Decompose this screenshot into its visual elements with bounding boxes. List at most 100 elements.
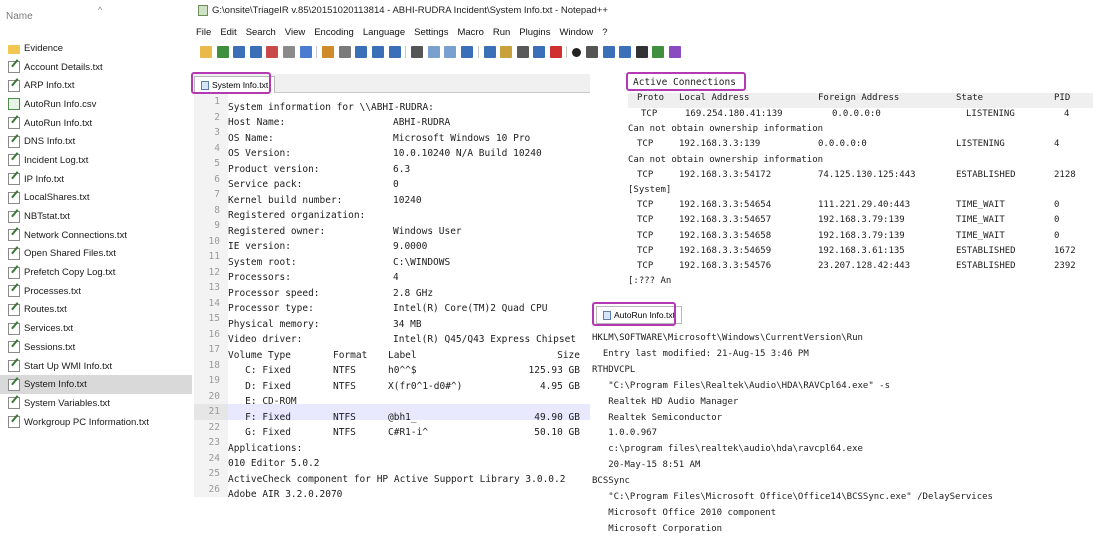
connections-note-row: Can not obtain ownership information [628, 155, 1093, 170]
redo-icon[interactable] [388, 46, 401, 58]
zoom-out-icon[interactable] [460, 46, 473, 58]
line-column: Intel(R) Q45/Q43 Express Chipset [393, 334, 577, 346]
menu-item-view[interactable]: View [285, 27, 305, 38]
run-macro-multiple-icon[interactable] [619, 46, 632, 58]
file-list-item[interactable]: Services.txt [0, 319, 192, 338]
menu-item-file[interactable]: File [196, 27, 211, 38]
line-column: Microsoft Windows 10 Pro [393, 132, 531, 144]
connection-cell: 169.254.180.41:139 [685, 109, 783, 119]
cut-icon[interactable] [322, 46, 335, 58]
active-connections-panel: Active Connections Proto Local Address For… [626, 72, 1093, 324]
file-list-item[interactable]: AutoRun Info.txt [0, 114, 192, 133]
menu-item-[interactable]: ? [602, 27, 607, 38]
line-number: 9 [194, 218, 228, 234]
stop-macro-icon[interactable] [586, 46, 599, 58]
connection-row: TCP 169.254.180.41:139 0.0.0.0:0 LISTENING 4 [628, 109, 1093, 124]
menu-item-plugins[interactable]: Plugins [519, 27, 550, 38]
file-list-item[interactable]: NBTstat.txt [0, 207, 192, 226]
paste-icon[interactable] [355, 46, 368, 58]
connection-cell: 192.168.3.3:54658 [679, 230, 772, 241]
replace-icon[interactable] [427, 46, 440, 58]
line-number: 7 [194, 187, 228, 203]
autorun-tab-highlight-box [592, 302, 676, 326]
connection-cell: 192.168.3.79:139 [818, 215, 905, 226]
connection-note: [System] [628, 185, 672, 195]
line-number: 20 [194, 388, 228, 404]
autorun-line: "C:\Program Files\Microsoft Office\Offic… [592, 492, 993, 502]
close-icon[interactable] [266, 46, 279, 58]
menu-item-macro[interactable]: Macro [457, 27, 483, 38]
menu-item-encoding[interactable]: Encoding [314, 27, 354, 38]
word-wrap-icon[interactable] [516, 46, 529, 58]
file-list-item[interactable]: Incident Log.txt [0, 151, 192, 170]
text-file-icon [8, 416, 20, 429]
toolbar-separator [405, 46, 407, 58]
file-list-item[interactable]: DNS Info.txt [0, 132, 192, 151]
file-list-item[interactable]: LocalShares.txt [0, 189, 192, 208]
menu-item-edit[interactable]: Edit [220, 27, 236, 38]
sync-vertical-icon[interactable] [483, 46, 496, 58]
name-column-header[interactable]: Name [6, 11, 33, 22]
undo-icon[interactable] [371, 46, 384, 58]
connections-note-row: [:??? An [628, 276, 1093, 291]
connection-cell: ESTABLISHED [956, 245, 1016, 256]
connection-cell: TCP [637, 200, 654, 211]
file-list-item[interactable]: Processes.txt [0, 282, 192, 301]
print-icon[interactable] [299, 46, 312, 58]
close-all-icon[interactable] [282, 46, 295, 58]
file-list-item[interactable]: Account Details.txt [0, 58, 192, 77]
connection-cell: TCP [637, 230, 654, 241]
file-name: AutoRun Info.csv [24, 98, 97, 110]
record-macro-icon[interactable] [572, 47, 582, 57]
line-column: Registered organization: [228, 210, 366, 222]
indent-guide-icon[interactable] [549, 46, 562, 58]
file-name: LocalShares.txt [24, 192, 90, 204]
menu-item-settings[interactable]: Settings [414, 27, 448, 38]
zoom-in-icon[interactable] [444, 46, 457, 58]
file-list-item[interactable]: Evidence [0, 39, 192, 58]
file-list-item[interactable]: IP Info.txt [0, 170, 192, 189]
line-column: C#R1-i^ [388, 427, 429, 439]
connection-note: Can not obtain ownership information [628, 154, 824, 165]
file-list-item[interactable]: Network Connections.txt [0, 226, 192, 245]
syntax-icon[interactable] [652, 46, 665, 58]
line-number: 1 [194, 94, 228, 110]
file-list-item[interactable]: AutoRun Info.csv [0, 95, 192, 114]
show-all-chars-icon[interactable] [533, 46, 546, 58]
file-list-item[interactable]: Routes.txt [0, 301, 192, 320]
connection-cell: LISTENING [966, 109, 1015, 119]
copy-icon[interactable] [338, 46, 351, 58]
file-list-item[interactable]: System Info.txt [0, 375, 192, 395]
connection-cell: 0.0.0.0:0 [818, 139, 867, 150]
toolbar-separator [566, 46, 568, 58]
file-list-item[interactable]: Sessions.txt [0, 338, 192, 357]
connection-cell: TCP [637, 261, 654, 271]
connection-cell: ESTABLISHED [956, 169, 1016, 180]
file-list-item[interactable]: ARP Info.txt [0, 76, 192, 95]
open-file-icon[interactable] [216, 46, 229, 58]
play-macro-icon[interactable] [602, 46, 615, 58]
connections-column-header: PID [1054, 93, 1071, 103]
new-file-icon[interactable] [200, 46, 212, 58]
save-icon[interactable] [233, 46, 246, 58]
sync-horizontal-icon[interactable] [500, 46, 513, 58]
menu-item-window[interactable]: Window [559, 27, 593, 38]
menu-item-run[interactable]: Run [493, 27, 510, 38]
file-list-item[interactable]: Open Shared Files.txt [0, 245, 192, 264]
file-name: Open Shared Files.txt [24, 248, 116, 260]
spell-check-icon[interactable] [669, 46, 682, 58]
file-list-item[interactable]: Start Up WMI Info.txt [0, 357, 192, 376]
menu-item-language[interactable]: Language [363, 27, 405, 38]
save-all-icon[interactable] [249, 46, 262, 58]
find-icon[interactable] [411, 46, 424, 58]
text-file-icon [8, 322, 20, 335]
save-macro-icon[interactable] [635, 46, 648, 58]
file-list-item[interactable]: Workgroup PC Information.txt [0, 413, 192, 432]
connection-row: TCP 192.168.3.3:54576 23.207.128.42:443 EST… [628, 261, 1093, 276]
menu-item-search[interactable]: Search [246, 27, 276, 38]
editor-text-area[interactable]: 1 System information for \\ABHI-RUDRA: 2 Ho… [194, 94, 590, 500]
editor-pane: System Info.txt 1 System information for … [191, 72, 590, 546]
file-list-item[interactable]: System Variables.txt [0, 394, 192, 413]
connections-highlight-box [626, 72, 746, 91]
file-list-item[interactable]: Prefetch Copy Log.txt [0, 263, 192, 282]
